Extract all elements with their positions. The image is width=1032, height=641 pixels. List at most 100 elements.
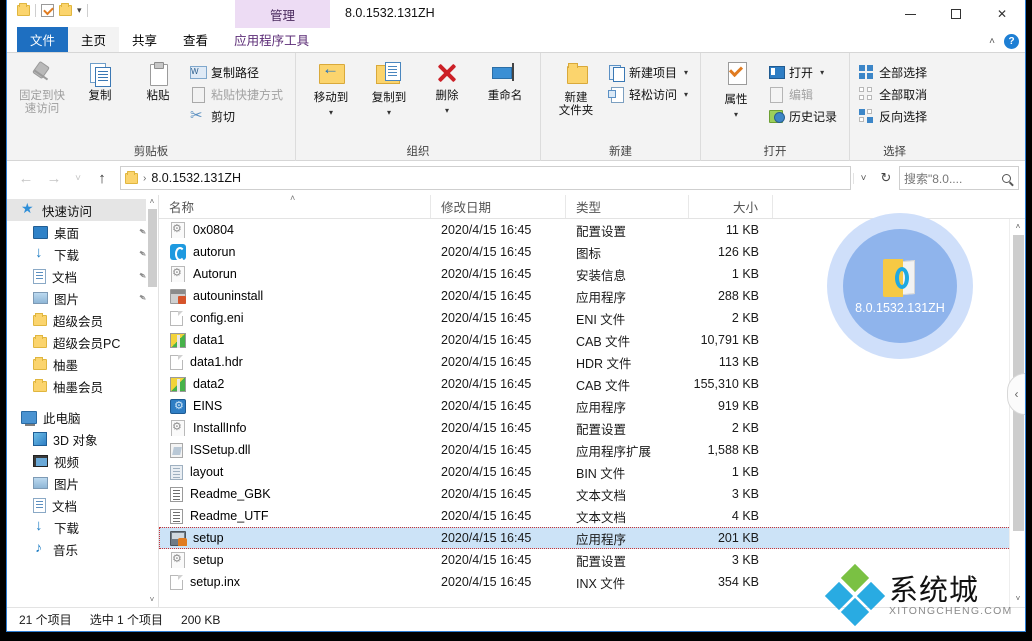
table-row[interactable]: data1 2020/4/15 16:45 CAB 文件 10,791 KB [159, 329, 1025, 351]
history-button[interactable]: 历史记录 [765, 105, 843, 127]
table-row[interactable]: EINS 2020/4/15 16:45 应用程序 919 KB [159, 395, 1025, 417]
sidebar-item-label: 桌面 [54, 226, 80, 241]
column-header-date[interactable]: 修改日期 [431, 195, 566, 218]
sidebar-item-3d-objects[interactable]: 3D 对象 [7, 428, 158, 450]
config-file-icon [170, 266, 186, 282]
scrollbar-thumb[interactable] [148, 209, 157, 287]
sidebar-item-desktop[interactable]: 桌面 ✒ [7, 221, 158, 243]
open-button[interactable]: 打开 ▾ [765, 61, 843, 83]
sidebar-item-folder-3[interactable]: 柚墨 [7, 353, 158, 375]
tab-file[interactable]: 文件 [17, 27, 69, 52]
sidebar-item-this-pc[interactable]: 此电脑 [7, 406, 158, 428]
sidebar-item-downloads-pc[interactable]: 下载 [7, 516, 158, 538]
table-row[interactable]: data1.hdr 2020/4/15 16:45 HDR 文件 113 KB [159, 351, 1025, 373]
table-row[interactable]: setup.inx 2020/4/15 16:45 INX 文件 354 KB [159, 571, 1025, 593]
tab-view[interactable]: 查看 [170, 27, 221, 52]
refresh-icon[interactable]: ↻ [875, 170, 897, 186]
scroll-up-icon[interactable]: ˄ [1010, 219, 1025, 235]
copy-path-button[interactable]: 复制路径 [187, 61, 289, 83]
easy-access-button[interactable]: 轻松访问 ▾ [605, 83, 694, 105]
ribbon-controls: ˄ ? [989, 34, 1019, 49]
table-row[interactable]: 0x0804 2020/4/15 16:45 配置设置 11 KB [159, 219, 1025, 241]
scroll-up-icon[interactable]: ˄ [146, 195, 158, 209]
select-all-button[interactable]: 全部选择 [856, 61, 933, 83]
search-box[interactable]: 搜索"8.0.... [899, 166, 1019, 190]
sidebar-item-pictures[interactable]: 图片 ✒ [7, 287, 158, 309]
delete-button[interactable]: 删除 ▾ [418, 57, 476, 117]
paste-button[interactable]: 粘贴 [129, 57, 187, 103]
tab-application-tools[interactable]: 应用程序工具 [221, 27, 322, 52]
sidebar-item-downloads[interactable]: 下载 ✒ [7, 243, 158, 265]
tab-home[interactable]: 主页 [68, 27, 120, 52]
properties-icon[interactable] [41, 4, 54, 17]
sidebar-item-label: 柚墨 [53, 358, 79, 373]
new-item-button[interactable]: 新建项目 ▾ [605, 61, 694, 83]
minimize-button[interactable] [887, 0, 933, 28]
chevron-down-icon[interactable]: ▾ [77, 6, 82, 15]
file-date: 2020/4/15 16:45 [441, 575, 532, 589]
table-row[interactable]: InstallInfo 2020/4/15 16:45 配置设置 2 KB [159, 417, 1025, 439]
sidebar-item-label: 视频 [54, 455, 80, 470]
file-type: 配置设置 [576, 554, 627, 569]
table-row[interactable]: setup 2020/4/15 16:45 配置设置 3 KB [159, 549, 1025, 571]
move-to-button[interactable]: 移动到 ▾ [302, 57, 360, 119]
pin-to-quick-access-button[interactable]: 固定到快 速访问 [13, 57, 71, 116]
navigation-scrollbar[interactable]: ˄ ˅ [146, 195, 158, 607]
folder-icon [33, 356, 47, 370]
collapse-ribbon-icon[interactable]: ˄ [989, 36, 995, 47]
help-icon[interactable]: ? [1004, 34, 1019, 49]
column-header-type[interactable]: 类型 [566, 195, 689, 218]
copy-button[interactable]: 复制 [71, 57, 129, 103]
rename-button[interactable]: 重命名 [476, 57, 534, 103]
recent-locations-button[interactable]: ˅ [69, 166, 87, 190]
table-row[interactable]: autorun 2020/4/15 16:45 图标 126 KB [159, 241, 1025, 263]
tab-share[interactable]: 共享 [119, 27, 170, 52]
table-row[interactable]: data2 2020/4/15 16:45 CAB 文件 155,310 KB [159, 373, 1025, 395]
table-row[interactable]: ISSetup.dll 2020/4/15 16:45 应用程序扩展 1,588… [159, 439, 1025, 461]
column-header-name[interactable]: 名称 ˄ [159, 193, 431, 218]
select-none-button[interactable]: 全部取消 [856, 83, 933, 105]
delete-label: 删除 [435, 90, 459, 102]
breadcrumb-current[interactable]: 8.0.1532.131ZH [151, 171, 241, 185]
table-row[interactable]: Autorun 2020/4/15 16:45 安装信息 1 KB [159, 263, 1025, 285]
sidebar-item-documents[interactable]: 文档 ✒ [7, 265, 158, 287]
rename-label: 重命名 [487, 90, 523, 102]
properties-button[interactable]: 属性 ▾ [707, 57, 765, 121]
address-path-box[interactable]: › 8.0.1532.131ZH [120, 166, 851, 190]
copy-to-button[interactable]: 复制到 ▾ [360, 57, 418, 119]
address-dropdown-icon[interactable]: ˅ [853, 172, 873, 184]
table-row[interactable]: autouninstall 2020/4/15 16:45 应用程序 288 K… [159, 285, 1025, 307]
sidebar-item-folder-2[interactable]: 超级会员PC [7, 331, 158, 353]
edit-button[interactable]: 编辑 [765, 83, 843, 105]
invert-selection-button[interactable]: 反向选择 [856, 105, 933, 127]
column-header-size[interactable]: 大小 [689, 195, 773, 218]
cut-label: 剪切 [211, 109, 236, 124]
sidebar-item-music[interactable]: 音乐 [7, 538, 158, 560]
sidebar-item-quick-access[interactable]: 快速访问 [7, 199, 158, 221]
maximize-button[interactable] [933, 0, 979, 28]
table-row[interactable]: config.eni 2020/4/15 16:45 ENI 文件 2 KB [159, 307, 1025, 329]
breadcrumb-separator: › [143, 172, 147, 184]
table-row[interactable]: layout 2020/4/15 16:45 BIN 文件 1 KB [159, 461, 1025, 483]
sidebar-item-folder-1[interactable]: 超级会员 [7, 309, 158, 331]
cut-button[interactable]: 剪切 [187, 105, 289, 127]
up-button[interactable]: ↑ [89, 166, 115, 190]
forward-button[interactable]: → [41, 166, 67, 190]
table-row[interactable]: Readme_UTF 2020/4/15 16:45 文本文档 4 KB [159, 505, 1025, 527]
close-button[interactable]: ✕ [979, 0, 1025, 28]
new-folder-icon[interactable] [59, 3, 72, 16]
new-folder-button[interactable]: 新建 文件夹 [547, 57, 605, 118]
scroll-down-icon[interactable]: ˅ [1010, 591, 1025, 607]
sidebar-item-label: 图片 [54, 477, 80, 492]
table-row-selected[interactable]: setup 2020/4/15 16:45 应用程序 201 KB [159, 527, 1025, 549]
back-button[interactable]: ← [13, 166, 39, 190]
sidebar-item-videos[interactable]: 视频 [7, 450, 158, 472]
paste-label: 粘贴 [146, 90, 170, 102]
sidebar-item-folder-4[interactable]: 柚墨会员 [7, 375, 158, 397]
table-row[interactable]: Readme_GBK 2020/4/15 16:45 文本文档 3 KB [159, 483, 1025, 505]
file-date: 2020/4/15 16:45 [441, 311, 532, 325]
sidebar-item-documents-pc[interactable]: 文档 [7, 494, 158, 516]
sidebar-item-pictures-pc[interactable]: 图片 [7, 472, 158, 494]
scroll-down-icon[interactable]: ˅ [146, 593, 158, 607]
paste-shortcut-button[interactable]: 粘贴快捷方式 [187, 83, 289, 105]
